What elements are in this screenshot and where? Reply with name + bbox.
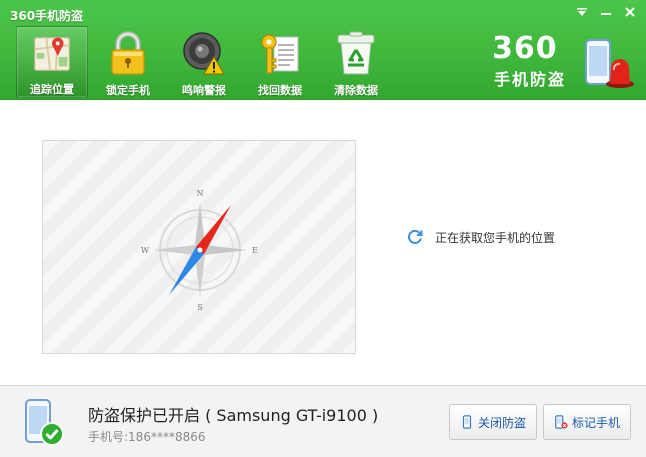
brand-logo: 360 手机防盗 [492,34,642,92]
close-icon[interactable] [620,4,640,20]
brand-subtitle: 手机防盗 [494,70,567,89]
location-map-panel: N S W E [42,140,356,354]
tool-label: 清除数据 [334,84,378,97]
speaker-alarm-icon [183,32,225,75]
tool-track-location[interactable]: 追踪位置 [16,26,88,98]
close-antitheft-label: 关闭防盗 [477,415,526,430]
location-status: 正在获取您手机的位置 [406,228,555,246]
window-controls [572,4,640,20]
map-icon [34,37,70,71]
status-text: 正在获取您手机的位置 [435,230,556,245]
phone-off-icon [462,415,472,429]
compass-icon: N S W E [141,189,258,312]
app-title: 360手机防盗 [10,9,84,23]
compass-w: W [141,246,150,255]
phone-number-text: 手机号:186****8866 [88,430,206,444]
tool-label: 找回数据 [258,84,302,97]
main-toolbar: 追踪位置 锁定手机 鸣响警报 找回数据 清除数据 [16,26,396,98]
protection-status-text: 防盗保护已开启 ( Samsung GT-i9100 ) [88,406,379,425]
tool-label: 鸣响警报 [182,84,226,97]
key-document-icon [261,34,299,74]
protected-phone-icon [25,399,64,446]
phone-mark-icon [555,415,568,429]
mark-phone-button[interactable]: 标记手机 [543,404,631,440]
tool-lock-phone[interactable]: 锁定手机 [92,26,164,98]
padlock-icon [111,31,145,75]
tool-sound-alarm[interactable]: 鸣响警报 [168,26,240,98]
brand-number: 360 [492,31,558,66]
tool-retrieve-data[interactable]: 找回数据 [244,26,316,98]
close-antitheft-button[interactable]: 关闭防盗 [449,404,537,440]
compass-n: N [197,189,204,198]
recycle-bin-icon [337,31,375,75]
mark-phone-label: 标记手机 [571,415,620,430]
minimize-icon[interactable] [596,4,616,20]
tool-clear-data[interactable]: 清除数据 [320,26,392,98]
menu-dropdown-icon[interactable] [572,4,592,20]
refresh-spinner-icon [408,230,423,244]
tool-label: 追踪位置 [30,83,74,96]
device-footer: 防盗保护已开启 ( Samsung GT-i9100 ) 手机号:186****… [0,385,646,457]
header-bar: 360手机防盗 追踪位置 锁定手机 鸣响警报 找回数据 清除数据 360 手机防… [0,0,646,100]
compass-e: E [252,246,258,255]
tool-label: 锁定手机 [106,84,150,97]
phone-siren-icon [585,39,634,88]
compass-s: S [197,303,202,312]
